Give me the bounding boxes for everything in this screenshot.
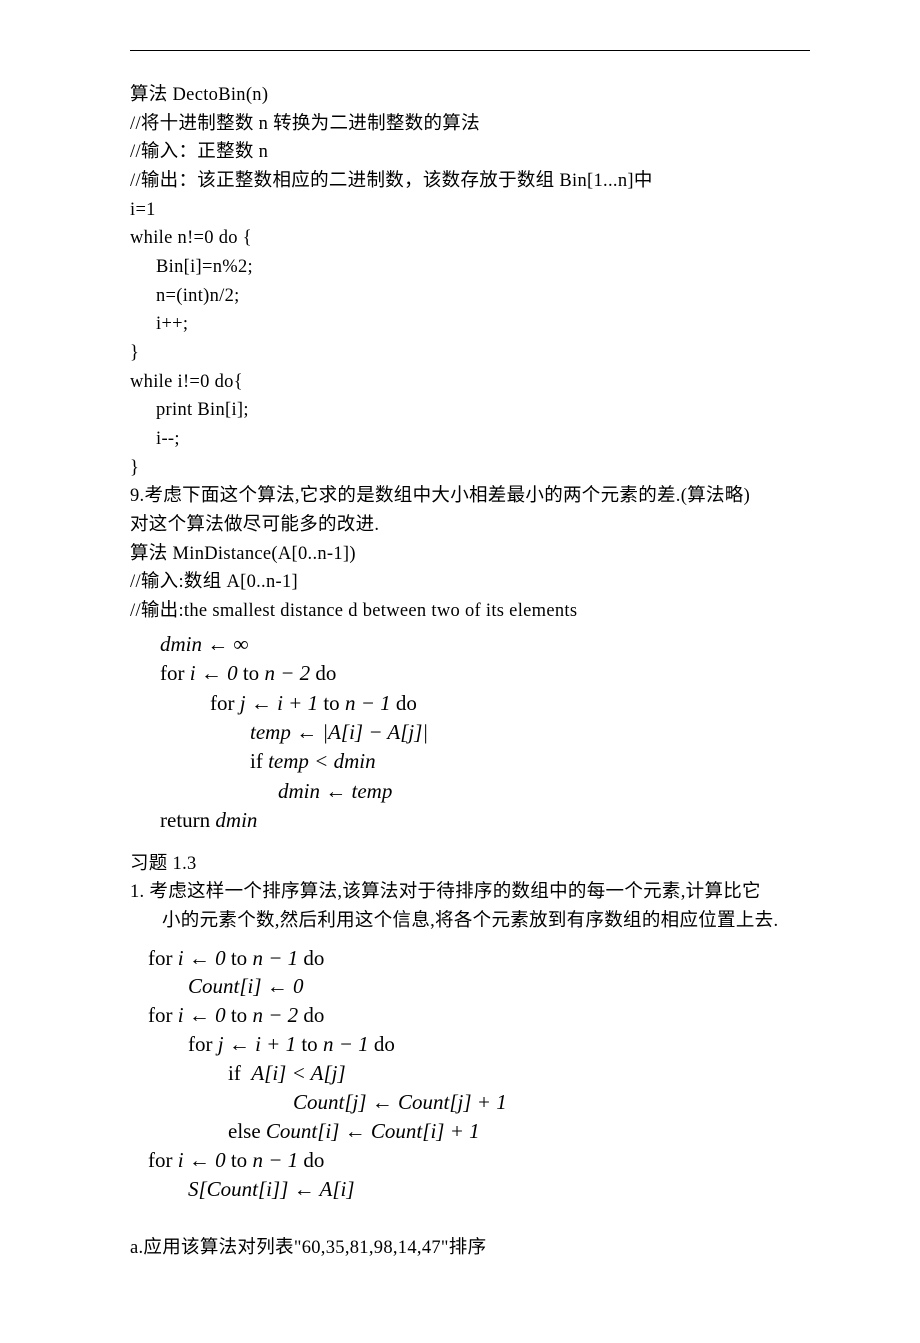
q9-text: //输出:the smallest distance d between two… xyxy=(130,597,810,626)
algorithm-dectobin: 算法 DectoBin(n) //将十进制整数 n 转换为二进制整数的算法 //… xyxy=(130,81,810,482)
code-line: } xyxy=(130,339,810,368)
document-page: 算法 DectoBin(n) //将十进制整数 n 转换为二进制整数的算法 //… xyxy=(0,0,920,1343)
pseudo-line: Count[j] ← Count[j] + 1 xyxy=(148,1088,810,1117)
code-line: i=1 xyxy=(130,196,810,225)
exercise-q1: 1. 考虑这样一个排序算法,该算法对于待排序的数组中的每一个元素,计算比它 xyxy=(130,878,810,907)
algo-title: 算法 DectoBin(n) xyxy=(130,81,810,110)
exercise-1-3: 习题 1.3 1. 考虑这样一个排序算法,该算法对于待排序的数组中的每一个元素,… xyxy=(130,850,810,936)
question-9: 9.考虑下面这个算法,它求的是数组中大小相差最小的两个元素的差.(算法略) 对这… xyxy=(130,482,810,625)
question-a: a.应用该算法对列表"60,35,81,98,14,47"排序 xyxy=(130,1234,810,1263)
pseudo-line: else Count[i] ← Count[i] + 1 xyxy=(148,1117,810,1146)
exercise-q1: 小的元素个数,然后利用这个信息,将各个元素放到有序数组的相应位置上去. xyxy=(130,907,810,936)
exercise-header: 习题 1.3 xyxy=(130,850,810,879)
pseudo-line: for i ← 0 to n − 2 do xyxy=(160,659,810,688)
code-line: while n!=0 do { xyxy=(130,224,810,253)
pseudocode-mindistance: dmin ← ∞ for i ← 0 to n − 2 do for j ← i… xyxy=(130,630,810,836)
q9-text: 9.考虑下面这个算法,它求的是数组中大小相差最小的两个元素的差.(算法略) xyxy=(130,482,810,511)
question-a-text: a.应用该算法对列表"60,35,81,98,14,47"排序 xyxy=(130,1234,810,1263)
pseudo-line: return dmin xyxy=(160,806,810,835)
code-line: while i!=0 do{ xyxy=(130,368,810,397)
pseudo-line: S[Count[i]] ← A[i] xyxy=(148,1175,810,1204)
q9-text: 算法 MinDistance(A[0..n-1]) xyxy=(130,540,810,569)
q9-text: //输入:数组 A[0..n-1] xyxy=(130,568,810,597)
pseudo-line: Count[i] ← 0 xyxy=(148,972,810,1001)
pseudo-line: for j ← i + 1 to n − 1 do xyxy=(160,689,810,718)
pseudo-line: for i ← 0 to n − 1 do xyxy=(148,944,810,973)
code-line: i--; xyxy=(130,425,810,454)
code-line: print Bin[i]; xyxy=(130,396,810,425)
code-line: n=(int)n/2; xyxy=(130,282,810,311)
pseudo-line: for i ← 0 to n − 2 do xyxy=(148,1001,810,1030)
code-line: i++; xyxy=(130,310,810,339)
horizontal-rule xyxy=(130,50,810,51)
q9-text: 对这个算法做尽可能多的改进. xyxy=(130,511,810,540)
pseudo-line: dmin ← ∞ xyxy=(160,630,810,659)
algo-comment: //输出：该正整数相应的二进制数，该数存放于数组 Bin[1...n]中 xyxy=(130,167,810,196)
algo-comment: //将十进制整数 n 转换为二进制整数的算法 xyxy=(130,110,810,139)
algo-comment: //输入：正整数 n xyxy=(130,138,810,167)
pseudo-line: if temp < dmin xyxy=(160,747,810,776)
code-line: } xyxy=(130,454,810,483)
pseudo-line: temp ← |A[i] − A[j]| xyxy=(160,718,810,747)
pseudo-line: dmin ← temp xyxy=(160,777,810,806)
pseudo-line: if A[i] < A[j] xyxy=(148,1059,810,1088)
pseudo-line: for i ← 0 to n − 1 do xyxy=(148,1146,810,1175)
code-line: Bin[i]=n%2; xyxy=(130,253,810,282)
pseudocode-countsort: for i ← 0 to n − 1 do Count[i] ← 0 for i… xyxy=(130,944,810,1205)
pseudo-line: for j ← i + 1 to n − 1 do xyxy=(148,1030,810,1059)
